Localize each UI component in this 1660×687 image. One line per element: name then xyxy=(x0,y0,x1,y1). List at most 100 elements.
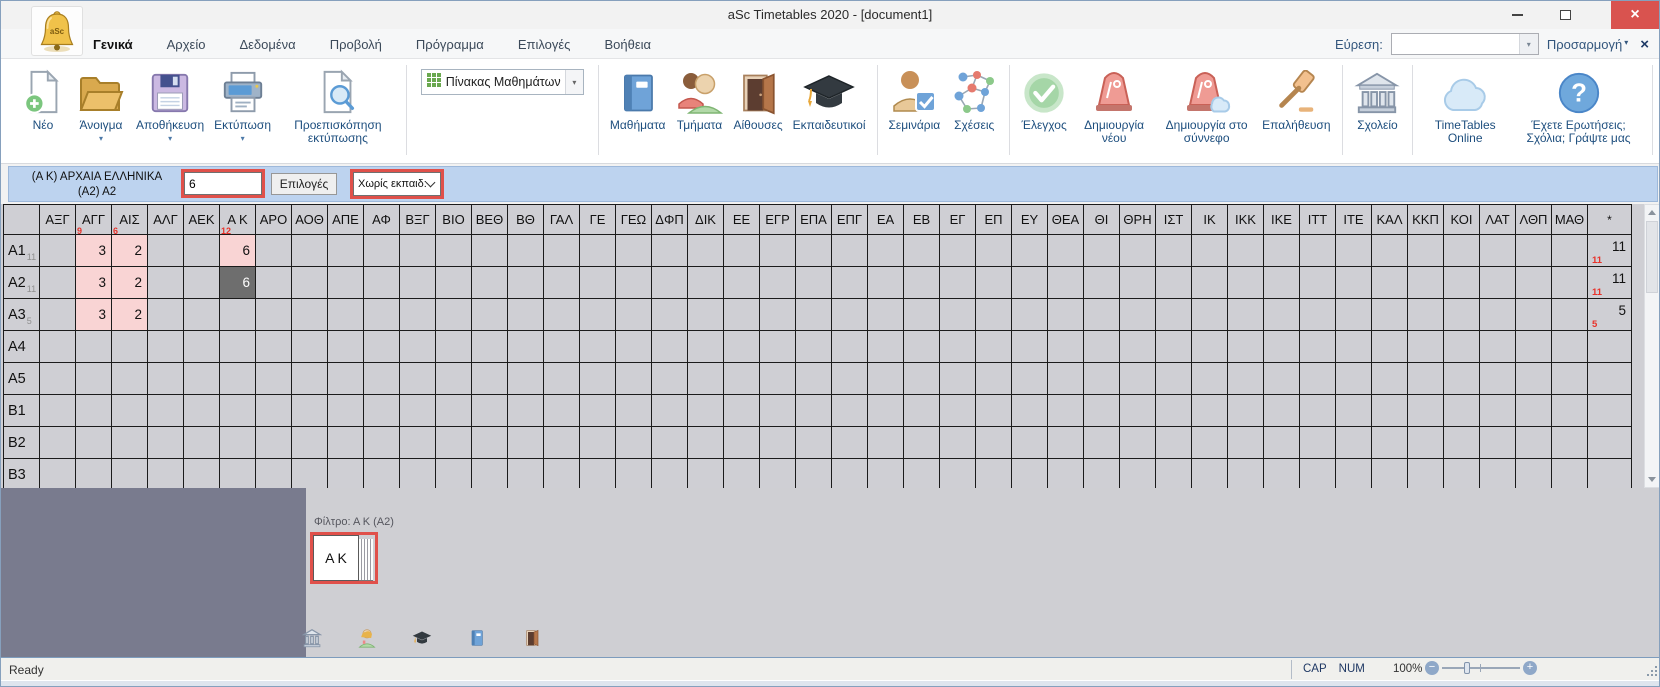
grid-cell[interactable] xyxy=(544,235,580,267)
grid-cell[interactable] xyxy=(976,299,1012,331)
grid-cell[interactable] xyxy=(40,267,76,299)
grid-cell[interactable] xyxy=(40,331,76,363)
grid-cell[interactable] xyxy=(1264,427,1300,459)
grid-cell[interactable] xyxy=(1120,267,1156,299)
column-header[interactable]: ΑΟΘ xyxy=(292,205,328,235)
grid-cell[interactable] xyxy=(1444,267,1480,299)
grid-cell[interactable] xyxy=(364,331,400,363)
column-header[interactable]: ΑΓΓ9 xyxy=(76,205,112,235)
grid-cell[interactable] xyxy=(1012,459,1048,489)
grid-cell[interactable] xyxy=(1480,427,1516,459)
grid-cell[interactable] xyxy=(184,459,220,489)
grid-cell[interactable] xyxy=(616,331,652,363)
column-header[interactable]: * xyxy=(1588,205,1632,235)
grid-cell[interactable] xyxy=(1012,363,1048,395)
grid-cell[interactable] xyxy=(1084,363,1120,395)
timetables-online-button[interactable]: TimeTables Online xyxy=(1421,63,1509,146)
grid-cell[interactable] xyxy=(184,299,220,331)
row-header[interactable]: Α111 xyxy=(4,235,40,267)
grid-cell[interactable] xyxy=(1084,299,1120,331)
open-button[interactable]: Άνοιγμα ▾ xyxy=(73,63,129,144)
grid-cell[interactable] xyxy=(1264,331,1300,363)
grid-cell[interactable] xyxy=(1444,459,1480,489)
grid-cell[interactable] xyxy=(76,363,112,395)
grid-cell[interactable] xyxy=(652,459,688,489)
grid-cell[interactable] xyxy=(436,395,472,427)
relations-button[interactable]: Σχέσεις xyxy=(947,63,1001,133)
grid-cell[interactable] xyxy=(328,331,364,363)
grid-cell[interactable] xyxy=(580,395,616,427)
grid-cell[interactable] xyxy=(976,267,1012,299)
grid-cell[interactable] xyxy=(1120,363,1156,395)
lesson-count-input[interactable] xyxy=(184,172,262,195)
grid-cell[interactable] xyxy=(256,363,292,395)
grid-cell[interactable] xyxy=(652,267,688,299)
column-header[interactable]: ΙΚ xyxy=(1192,205,1228,235)
grid-cell[interactable] xyxy=(148,427,184,459)
column-header[interactable]: ΘΙ xyxy=(1084,205,1120,235)
grid-cell[interactable] xyxy=(832,459,868,489)
grid-cell[interactable] xyxy=(112,459,148,489)
grid-cell[interactable] xyxy=(220,459,256,489)
verify-button[interactable]: Επαλήθευση xyxy=(1259,63,1333,133)
grid-cell[interactable] xyxy=(1228,235,1264,267)
column-header[interactable]: ΕΠ xyxy=(976,205,1012,235)
grid-cell[interactable] xyxy=(1516,459,1552,489)
column-header[interactable]: ΙΤΤ xyxy=(1300,205,1336,235)
tab-data[interactable]: Δεδομένα xyxy=(239,37,295,52)
grid-cell[interactable] xyxy=(1372,267,1408,299)
grid-cell[interactable] xyxy=(400,299,436,331)
grid-cell[interactable] xyxy=(688,267,724,299)
zoom-in-button[interactable]: + xyxy=(1523,661,1537,675)
grid-cell[interactable] xyxy=(1444,427,1480,459)
grid-cell[interactable] xyxy=(616,299,652,331)
scrollbar-thumb[interactable] xyxy=(1646,221,1658,293)
teacher-filter-icon[interactable] xyxy=(411,626,433,648)
grid-cell[interactable] xyxy=(508,459,544,489)
grid-cell[interactable] xyxy=(1048,331,1084,363)
grid-cell[interactable] xyxy=(148,395,184,427)
grid-cell[interactable] xyxy=(1264,459,1300,489)
column-header[interactable]: ΓΑΛ xyxy=(544,205,580,235)
grid-cell[interactable] xyxy=(1480,395,1516,427)
grid-cell[interactable] xyxy=(616,267,652,299)
view-selector-combobox[interactable]: Πίνακας Μαθημάτων ▾ xyxy=(421,69,584,95)
column-header[interactable]: ΔΦΠ xyxy=(652,205,688,235)
search-dropdown-button[interactable]: ▾ xyxy=(1519,34,1538,54)
column-header[interactable]: ΓΕΩ xyxy=(616,205,652,235)
grid-cell[interactable] xyxy=(184,427,220,459)
grid-cell[interactable] xyxy=(1552,299,1588,331)
grid-cell[interactable] xyxy=(1552,267,1588,299)
grid-cell[interactable] xyxy=(976,331,1012,363)
grid-cell[interactable] xyxy=(436,235,472,267)
grid-cell[interactable]: 2 xyxy=(112,299,148,331)
grid-cell[interactable] xyxy=(256,331,292,363)
grid-cell[interactable] xyxy=(508,331,544,363)
grid-cell[interactable] xyxy=(1480,331,1516,363)
grid-cell[interactable] xyxy=(652,299,688,331)
grid-cell[interactable] xyxy=(832,299,868,331)
column-header[interactable]: ΕΕ xyxy=(724,205,760,235)
grid-cell[interactable] xyxy=(40,235,76,267)
teacher-filter-dropdown[interactable]: Χωρίς εκπαιδ: xyxy=(353,172,441,196)
column-header[interactable]: ΓΕ xyxy=(580,205,616,235)
grid-cell[interactable] xyxy=(868,331,904,363)
grid-cell[interactable] xyxy=(1192,459,1228,489)
grid-cell[interactable] xyxy=(76,427,112,459)
grid-cell[interactable] xyxy=(1552,363,1588,395)
grid-cell[interactable] xyxy=(652,331,688,363)
grid-cell[interactable] xyxy=(1192,299,1228,331)
grid-cell[interactable] xyxy=(1012,267,1048,299)
grid-cell[interactable] xyxy=(760,459,796,489)
column-header[interactable]: ΕΠΑ xyxy=(796,205,832,235)
grid-cell[interactable] xyxy=(400,459,436,489)
column-header[interactable]: ΑΠΕ xyxy=(328,205,364,235)
grid-cell[interactable] xyxy=(688,395,724,427)
grid-cell[interactable] xyxy=(1228,363,1264,395)
grid-cell[interactable] xyxy=(1156,395,1192,427)
grid-cell[interactable] xyxy=(1120,331,1156,363)
grid-cell[interactable] xyxy=(1444,331,1480,363)
check-button[interactable]: Έλεγχος xyxy=(1018,63,1070,133)
grid-cell[interactable] xyxy=(688,459,724,489)
grid-cell[interactable] xyxy=(292,299,328,331)
